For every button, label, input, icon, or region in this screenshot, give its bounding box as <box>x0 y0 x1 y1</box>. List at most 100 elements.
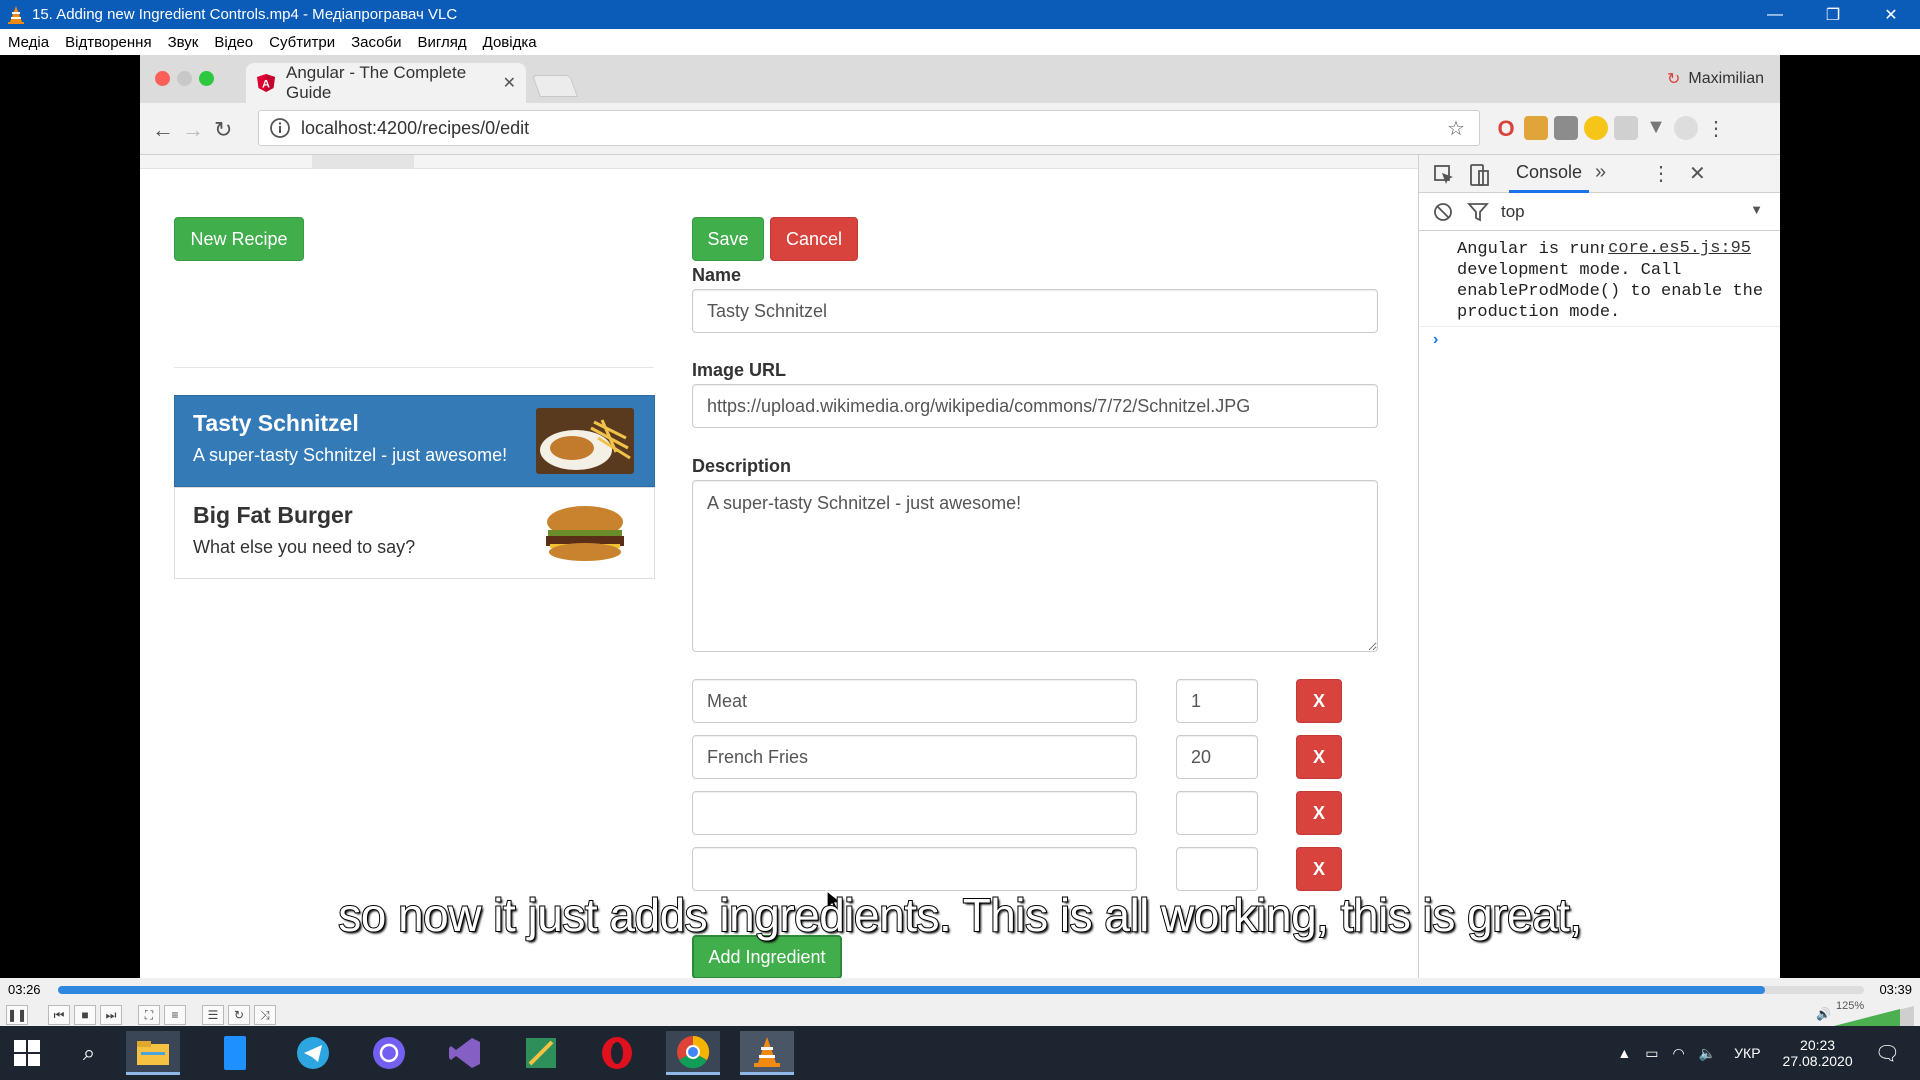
name-input[interactable]: Tasty Schnitzel <box>692 289 1378 333</box>
close-button[interactable]: ✕ <box>1862 0 1920 29</box>
recipe-item-big-fat-burger[interactable]: Big Fat Burger What else you need to say… <box>174 487 655 579</box>
vue-extension-icon[interactable]: ▼ <box>1644 116 1668 140</box>
ingredient-amount-input[interactable]: 1 <box>1176 679 1258 723</box>
opera-browser-icon[interactable] <box>590 1031 644 1075</box>
bookmark-star-icon[interactable]: ☆ <box>1447 116 1469 141</box>
window-title: 15. Adding new Ingredient Controls.mp4 -… <box>32 6 458 23</box>
wifi-icon[interactable]: ◠ <box>1672 1045 1684 1062</box>
ingredient-amount-input[interactable] <box>1176 847 1258 891</box>
speaker-icon[interactable]: 🔊 <box>1816 1007 1831 1021</box>
menu-video[interactable]: Відео <box>206 34 261 51</box>
device-toolbar-icon[interactable] <box>1467 163 1491 187</box>
shield-extension-icon[interactable] <box>1674 116 1698 140</box>
fullscreen-icon[interactable]: ⛶ <box>138 1005 160 1025</box>
windows-start-icon[interactable] <box>0 1031 54 1075</box>
browser-tab[interactable]: A Angular - The Complete Guide ✕ <box>246 63 526 103</box>
browser-tab-strip: A Angular - The Complete Guide ✕ ↻ Maxim… <box>140 55 1780 103</box>
volume-tray-icon[interactable]: 🔈 <box>1699 1045 1716 1062</box>
grid-extension-icon[interactable] <box>1614 116 1638 140</box>
context-dropdown-icon[interactable]: ▼ <box>1750 202 1763 217</box>
profile-badge[interactable]: ↻ Maximilian <box>1667 69 1764 89</box>
tray-chevron-icon[interactable]: ▲ <box>1617 1045 1631 1061</box>
address-bar[interactable]: localhost:4200/recipes/0/edit ☆ <box>258 110 1480 146</box>
menu-help[interactable]: Довідка <box>475 34 545 51</box>
console-prompt-icon[interactable]: › <box>1433 331 1438 349</box>
menu-media[interactable]: Медіа <box>0 34 57 51</box>
notes-app-icon[interactable] <box>208 1031 262 1075</box>
network-tool-icon[interactable] <box>514 1031 568 1075</box>
ingredient-name-input[interactable] <box>692 791 1137 835</box>
angular-icon: A <box>257 74 275 92</box>
seek-slider[interactable] <box>58 986 1864 994</box>
tab-console[interactable]: Console <box>1509 155 1589 193</box>
reload-icon[interactable]: ↻ <box>214 117 232 143</box>
remove-ingredient-button[interactable]: X <box>1296 679 1342 723</box>
search-icon[interactable]: ⌕ <box>62 1031 116 1075</box>
image-url-input[interactable]: https://upload.wikimedia.org/wikipedia/c… <box>692 384 1378 428</box>
pen-extension-icon[interactable] <box>1524 116 1548 140</box>
console-source-link[interactable]: core.es5.js:95 <box>1604 239 1751 258</box>
cancel-button[interactable]: Cancel <box>770 217 858 261</box>
remove-ingredient-button[interactable]: X <box>1296 791 1342 835</box>
volume-level: 125% <box>1836 1000 1865 1012</box>
language-indicator[interactable]: УКР <box>1734 1045 1760 1061</box>
vlc-taskbar-icon[interactable] <box>740 1031 794 1075</box>
filter-icon[interactable] <box>1467 202 1489 222</box>
minimize-dot-icon[interactable] <box>177 71 192 86</box>
chrome-icon[interactable] <box>666 1031 720 1075</box>
back-arrow-icon[interactable]: ← <box>152 117 174 143</box>
clock[interactable]: 20:23 27.08.2020 <box>1783 1037 1853 1069</box>
description-textarea[interactable]: A super-tasty Schnitzel - just awesome! <box>692 480 1378 652</box>
loop-icon[interactable]: ↻ <box>228 1005 250 1025</box>
windows-taskbar: ⌕ ▲ ▭ ◠ 🔈 УКР 20:23 27.08.2020 🗨 <box>0 1026 1920 1080</box>
menu-audio[interactable]: Звук <box>160 34 207 51</box>
menu-playback[interactable]: Відтворення <box>57 34 159 51</box>
battery-icon[interactable]: ▭ <box>1645 1045 1658 1062</box>
navbar-active-item[interactable] <box>312 155 414 169</box>
menu-kebab-icon[interactable]: ⋮ <box>1704 116 1728 140</box>
menu-tools[interactable]: Засоби <box>343 34 409 51</box>
zoom-dot-icon[interactable] <box>199 71 214 86</box>
new-recipe-button[interactable]: New Recipe <box>174 217 304 261</box>
next-icon[interactable]: ⏭ <box>100 1005 122 1025</box>
menu-subtitles[interactable]: Субтитри <box>261 34 343 51</box>
menu-view[interactable]: Вигляд <box>409 34 474 51</box>
recipe-item-tasty-schnitzel[interactable]: Tasty Schnitzel A super-tasty Schnitzel … <box>174 395 655 487</box>
save-button[interactable]: Save <box>692 217 764 261</box>
tab-close-icon[interactable]: ✕ <box>503 73 516 93</box>
opera-extension-icon[interactable]: O <box>1494 116 1518 141</box>
devtools-close-icon[interactable]: ✕ <box>1689 161 1706 186</box>
viber-icon[interactable] <box>362 1031 416 1075</box>
ingredient-name-input[interactable]: Meat <box>692 679 1137 723</box>
ingredient-amount-input[interactable] <box>1176 791 1258 835</box>
context-select[interactable]: top <box>1501 202 1525 222</box>
telegram-icon[interactable] <box>286 1031 340 1075</box>
shuffle-icon[interactable]: ⤨ <box>254 1005 276 1025</box>
devtools-panel: Console » ⋮ ✕ top ▼ Angular is running i… <box>1418 155 1780 978</box>
remove-ingredient-button[interactable]: X <box>1296 735 1342 779</box>
visual-studio-icon[interactable] <box>438 1031 492 1075</box>
ingredient-amount-input[interactable]: 20 <box>1176 735 1258 779</box>
forward-arrow-icon[interactable]: → <box>182 117 204 143</box>
card-extension-icon[interactable] <box>1554 116 1578 140</box>
ingredient-name-input[interactable] <box>692 847 1137 891</box>
previous-icon[interactable]: ⏮ <box>48 1005 70 1025</box>
devtools-menu-icon[interactable]: ⋮ <box>1651 161 1671 186</box>
ingredient-name-input[interactable]: French Fries <box>692 735 1137 779</box>
extended-settings-icon[interactable]: ≡ <box>164 1005 186 1025</box>
inspect-element-icon[interactable] <box>1433 164 1455 186</box>
restore-button[interactable]: ❐ <box>1804 0 1862 29</box>
stop-icon[interactable]: ■ <box>74 1005 96 1025</box>
pause-icon[interactable]: ❚❚ <box>6 1005 28 1025</box>
file-explorer-icon[interactable] <box>126 1031 180 1075</box>
close-dot-icon[interactable] <box>155 71 170 86</box>
notification-icon[interactable]: 🗨 <box>1875 1041 1900 1066</box>
remove-ingredient-button[interactable]: X <box>1296 847 1342 891</box>
playlist-icon[interactable]: ☰ <box>202 1005 224 1025</box>
new-tab-button[interactable] <box>531 75 579 97</box>
more-tabs-icon[interactable]: » <box>1595 161 1606 184</box>
clear-console-icon[interactable] <box>1433 202 1453 222</box>
minimize-button[interactable]: — <box>1746 0 1804 29</box>
moon-extension-icon[interactable] <box>1584 116 1608 140</box>
seek-area: 03:26 03:39 <box>0 978 1920 1004</box>
